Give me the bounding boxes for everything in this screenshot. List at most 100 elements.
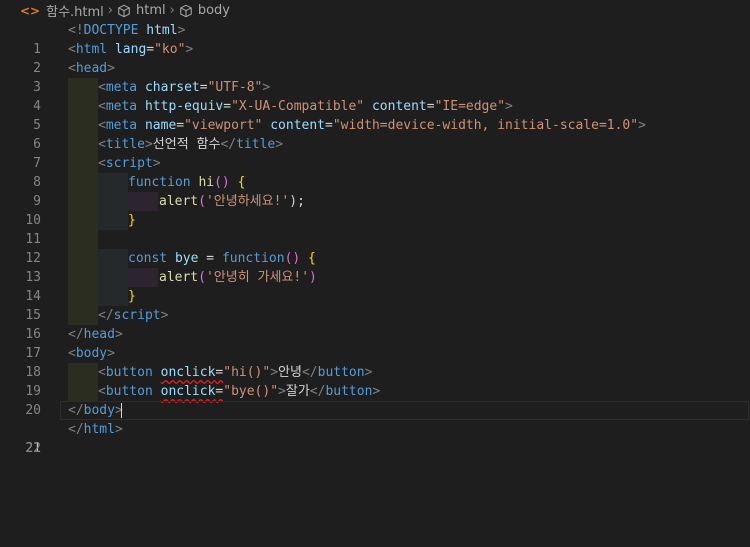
- token: button: [105, 384, 153, 399]
- indent-guide: [98, 287, 128, 306]
- line-code: <button onclick="bye()">잘가</button>: [98, 382, 380, 401]
- indent-guide: [68, 249, 98, 268]
- indent-guide: [128, 192, 158, 211]
- token: </: [220, 137, 237, 152]
- token: bye: [174, 251, 199, 266]
- line-code: <!DOCTYPE html>: [68, 21, 185, 40]
- code-line[interactable]: 5 <meta http-equiv="X-UA-Compatible" con…: [0, 97, 750, 133]
- token: 선언적 함수: [152, 137, 221, 152]
- indent-guide: [68, 268, 98, 287]
- code-editor[interactable]: 1 <!DOCTYPE html> 2 <html lang="ko"> 3 <…: [0, 21, 750, 547]
- breadcrumb-file-label: 함수.html: [46, 5, 104, 20]
- token: alert: [159, 194, 199, 209]
- indent-guide: [68, 173, 98, 192]
- code-line[interactable]: 11 }: [0, 211, 750, 247]
- line-code: <script>: [98, 154, 161, 173]
- current-line-highlight: [60, 401, 749, 420]
- code-line[interactable]: 19 <button onclick="hi()">안녕</button>: [0, 363, 750, 399]
- token: }: [128, 289, 136, 304]
- token: DOCTYPE: [83, 23, 139, 38]
- line-code: <meta name="viewport" content="width=dev…: [98, 116, 646, 135]
- code-line[interactable]: 4 <meta charset="UTF-8">: [0, 78, 750, 114]
- token: button: [105, 365, 153, 380]
- token: "hi()": [223, 365, 271, 380]
- breadcrumb-file[interactable]: <> 함수.html: [18, 1, 106, 21]
- token: =: [199, 80, 208, 95]
- code-line[interactable]: 1 <!DOCTYPE html>: [0, 21, 750, 57]
- token: {: [308, 251, 316, 266]
- indent-guide: [68, 363, 98, 382]
- line-code: <html lang="ko">: [68, 40, 193, 59]
- breadcrumb-body[interactable]: body: [177, 3, 232, 18]
- token: >: [275, 137, 284, 152]
- code-line[interactable]: 6 <meta name="viewport" content="width=d…: [0, 116, 750, 152]
- code-line[interactable]: 9 function hi() {: [0, 173, 750, 209]
- token: =: [223, 99, 232, 114]
- code-line[interactable]: 8 <script>: [0, 154, 750, 190]
- onclick-attribute-squiggle[interactable]: onclick: [161, 384, 216, 399]
- code-line[interactable]: 20 <button onclick="bye()">잘가</button>: [0, 382, 750, 418]
- code-line[interactable]: 22 </html>: [0, 420, 750, 456]
- indent-guide: [98, 192, 128, 211]
- token: </: [98, 308, 114, 323]
- token: =: [176, 118, 185, 133]
- token: >: [144, 137, 153, 152]
- token: head: [75, 61, 108, 76]
- code-line[interactable]: 14 alert('안녕히 가세요!'): [0, 268, 750, 304]
- token: content: [371, 99, 427, 114]
- token: "X-UA-Compatible": [231, 99, 365, 114]
- line-code: <meta http-equiv="X-UA-Compatible" conte…: [98, 97, 513, 116]
- token: =: [198, 251, 222, 266]
- breadcrumb-html[interactable]: html: [115, 3, 168, 18]
- code-line[interactable]: 7 <title>선언적 함수</title>: [0, 135, 750, 171]
- indent-guide: [68, 287, 98, 306]
- indent-guide: [68, 78, 98, 97]
- line-code: alert('안녕히 가세요!'): [159, 268, 317, 287]
- token: <: [98, 137, 106, 152]
- token: "ko": [154, 42, 186, 57]
- indent-guide: [68, 306, 98, 325]
- token: =: [146, 42, 155, 57]
- token: >: [278, 384, 286, 399]
- token: "viewport": [184, 118, 263, 133]
- token: const: [128, 251, 168, 266]
- token: </: [68, 422, 84, 437]
- code-line[interactable]: 13 const bye = function() {: [0, 249, 750, 285]
- code-line-current[interactable]: 21 </body>: [0, 401, 750, 456]
- token: http-equiv: [144, 99, 224, 114]
- token: "IE=edge": [434, 99, 506, 114]
- code-line[interactable]: 3 <head>: [0, 59, 750, 95]
- line-code: <title>선언적 함수</title>: [98, 135, 283, 154]
- token: 잘가: [285, 384, 310, 399]
- token: function: [128, 175, 191, 190]
- token: </: [301, 365, 318, 380]
- code-line[interactable]: 10 alert('안녕하세요!');: [0, 192, 750, 228]
- code-line[interactable]: 2 <html lang="ko">: [0, 40, 750, 76]
- code-line[interactable]: 18 <body>: [0, 344, 750, 380]
- line-code: }: [128, 211, 136, 230]
- onclick-attribute-squiggle[interactable]: onclick: [161, 365, 216, 380]
- token: <: [98, 365, 106, 380]
- token: }: [128, 213, 136, 228]
- token: 안녕: [278, 365, 302, 380]
- cube-icon: [180, 4, 192, 17]
- line-code: const bye = function() {: [128, 249, 316, 268]
- code-line[interactable]: 17 </head>: [0, 325, 750, 361]
- indent-guide: [98, 211, 128, 230]
- code-line[interactable]: 15 }: [0, 287, 750, 323]
- token: title: [105, 137, 145, 152]
- token: =: [426, 99, 435, 114]
- code-line[interactable]: 12: [0, 230, 750, 266]
- token: </: [68, 403, 84, 418]
- token: function: [221, 251, 285, 266]
- breadcrumb-body-label: body: [197, 3, 230, 18]
- indent-guide: [68, 192, 98, 211]
- code-line[interactable]: 16 </script>: [0, 306, 750, 342]
- token: </: [309, 384, 326, 399]
- token: html: [75, 42, 108, 57]
